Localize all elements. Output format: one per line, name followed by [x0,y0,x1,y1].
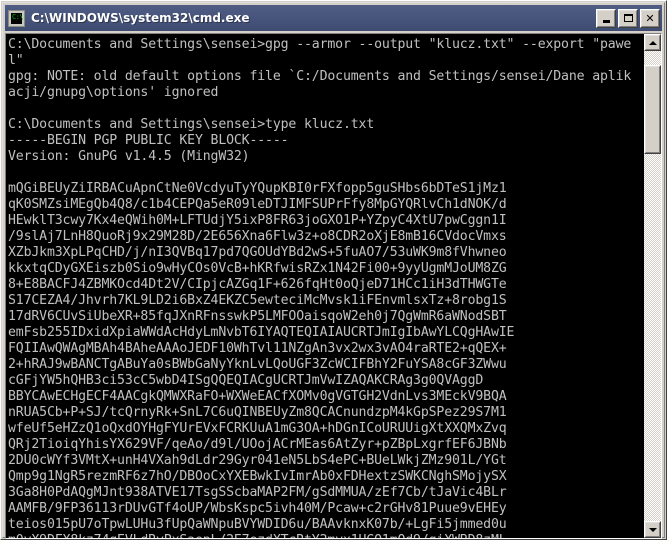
terminal-output-area[interactable]: C:\Documents and Settings\sensei>gpg --a… [6,34,644,538]
scroll-up-arrow-icon [645,35,660,50]
console-client-area: C:\Documents and Settings\sensei>gpg --a… [5,33,662,539]
scroll-down-arrow-icon [645,522,660,537]
cmd-window: C:\ C:\WINDOWS\system32\cmd.exe ✕ C:\Doc… [0,0,667,540]
close-button[interactable]: ✕ [640,8,660,28]
minimize-button[interactable] [596,8,616,28]
close-icon: ✕ [641,9,659,27]
scrollbar-thumb[interactable] [644,65,661,155]
vertical-scrollbar[interactable] [644,34,661,538]
window-title: C:\WINDOWS\system32\cmd.exe [31,11,250,25]
window-inner-frame: C:\ C:\WINDOWS\system32\cmd.exe ✕ C:\Doc… [2,2,665,539]
minimize-icon [597,9,615,27]
scroll-up-button[interactable] [644,34,661,51]
console-icon: C:\ [8,9,25,27]
maximize-icon [619,9,637,27]
scroll-down-button[interactable] [644,521,661,538]
title-bar[interactable]: C:\ C:\WINDOWS\system32\cmd.exe ✕ [5,5,662,31]
terminal-text: C:\Documents and Settings\sensei>gpg --a… [8,37,632,538]
console-icon-glyph: C:\ [12,12,24,21]
window-controls: ✕ [596,8,660,28]
maximize-button[interactable] [618,8,638,28]
